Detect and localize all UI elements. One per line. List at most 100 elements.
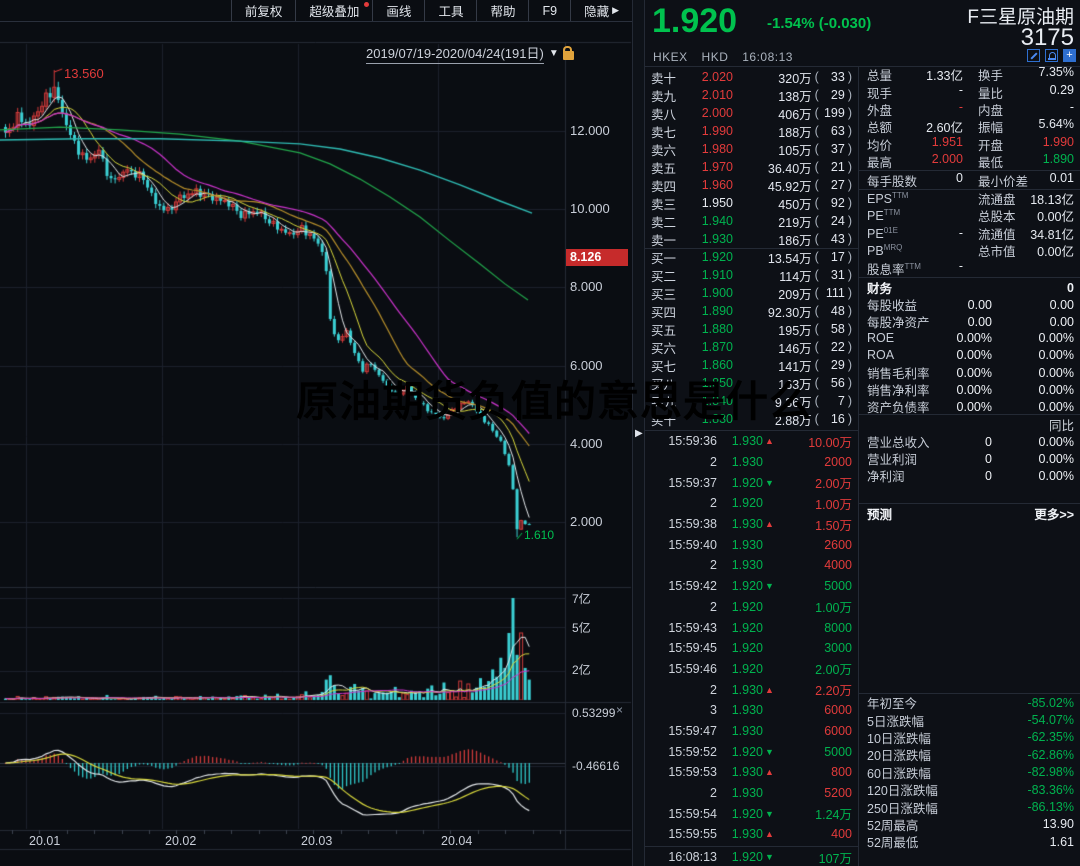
trade-volume: 400 (777, 827, 852, 841)
trade-time: 3 (651, 703, 717, 717)
order-book-price: 1.910 (681, 268, 733, 282)
trade-ticker-row[interactable]: 15:59:451.9203000 (645, 638, 858, 659)
order-book-row[interactable]: 卖八2.000406万(199) (645, 104, 858, 122)
trade-ticker-row[interactable]: 15:59:401.9302600 (645, 534, 858, 555)
order-book-level-label: 卖一 (651, 230, 681, 249)
stat-value: 34.81亿 (1030, 224, 1074, 243)
finance-header: 财务0 (859, 278, 1080, 295)
trade-ticker-row[interactable]: 15:59:551.930▲400 (645, 824, 858, 845)
trade-ticker-row[interactable]: 15:59:461.9202.00万 (645, 659, 858, 680)
order-book-row[interactable]: 买三1.900209万(111) (645, 284, 858, 302)
finance-row: ROE0.00%0.00% (859, 329, 1080, 346)
trade-ticker-row[interactable]: 15:59:471.9306000 (645, 721, 858, 742)
order-book-row[interactable]: 卖五1.97036.40万(21) (645, 158, 858, 176)
order-book-row[interactable]: 卖四1.96045.92万(27) (645, 176, 858, 194)
order-book-separator (645, 248, 858, 249)
trade-volume: 800 (777, 765, 852, 779)
order-book-row[interactable]: 卖二1.940219万(24) (645, 212, 858, 230)
trade-ticker-row[interactable]: 16:08:131.920▼107万 (645, 847, 858, 866)
order-book-row[interactable]: 买二1.910114万(31) (645, 266, 858, 284)
trade-ticker-row[interactable]: 31.9306000 (645, 700, 858, 721)
order-book-volume: 186万 (733, 230, 812, 249)
order-book-row[interactable]: 卖六1.980105万(37) (645, 140, 858, 158)
stat-value: - (959, 226, 963, 241)
trade-time: 15:59:37 (651, 476, 717, 490)
trade-ticker-row[interactable]: 15:59:381.930▲1.50万 (645, 514, 858, 535)
finance-yoy-value: 0.00% (992, 400, 1074, 414)
date-range-label[interactable]: 2019/07/19-2020/04/24(191日) (366, 43, 544, 64)
performance-label: 52周最高 (867, 815, 918, 834)
stat-item: 股息率TTM- (859, 259, 970, 278)
edit-icon[interactable] (1027, 49, 1040, 62)
order-book-row[interactable]: 卖十2.020320万(33) (645, 68, 858, 86)
order-book-row[interactable]: 买一1.92013.54万(17) (645, 248, 858, 266)
toolbar-button-F9[interactable]: F9 (528, 0, 570, 21)
trade-volume: 107万 (777, 848, 852, 866)
yoy-row: 营业总收入00.00% (859, 432, 1080, 449)
toolbar-button-画线[interactable]: 画线 (372, 0, 424, 21)
stat-label: 量比 (978, 83, 1003, 102)
trade-ticker-row[interactable]: 21.9304000 (645, 555, 858, 576)
paren: ) (848, 304, 852, 318)
trade-ticker-row[interactable]: 15:59:531.930▲800 (645, 762, 858, 783)
trade-ticker-row[interactable]: 21.9201.00万 (645, 597, 858, 618)
trade-ticker-row[interactable]: 21.9201.00万 (645, 493, 858, 514)
order-book-level-label: 卖二 (651, 212, 681, 231)
unlock-icon[interactable] (563, 51, 574, 60)
close-icon[interactable]: × (616, 703, 623, 717)
order-book-volume: 450万 (733, 194, 812, 213)
order-book-row[interactable]: 卖七1.990188万(63) (645, 122, 858, 140)
finance-label: ROE (867, 331, 934, 345)
trade-ticker-row[interactable]: 21.9305200 (645, 783, 858, 804)
trade-ticker-row[interactable]: 15:59:431.9208000 (645, 617, 858, 638)
stats-row: 现手-量比0.29 (859, 83, 1080, 100)
add-watchlist-icon[interactable]: + (1063, 49, 1076, 62)
trade-ticker-row[interactable]: 15:59:521.920▼5000 (645, 741, 858, 762)
trade-time: 15:59:45 (651, 641, 717, 655)
trade-ticker-row[interactable]: 15:59:371.920▼2.00万 (645, 472, 858, 493)
order-book-level-label: 卖十 (651, 68, 681, 87)
stat-value: - (959, 100, 963, 119)
order-book-row[interactable]: 卖三1.950450万(92) (645, 194, 858, 212)
paren: ) (848, 412, 852, 426)
stat-label: 振幅 (978, 117, 1003, 136)
trade-ticker-row[interactable]: 15:59:361.930▲10.00万 (645, 431, 858, 452)
toolbar-button-工具[interactable]: 工具 (424, 0, 476, 21)
order-book-row[interactable]: 买五1.880195万(58) (645, 320, 858, 338)
stat-item: 总额2.60亿 (859, 117, 970, 136)
order-book-row[interactable]: 买四1.89092.30万(48) (645, 302, 858, 320)
time-axis-label: 20.02 (165, 834, 196, 848)
finance-row: 销售毛利率0.00%0.00% (859, 363, 1080, 380)
finance-value: 0.00% (934, 366, 992, 380)
trade-ticker-row[interactable]: 21.9302000 (645, 452, 858, 473)
order-book-count: 21 (819, 160, 845, 174)
trade-price: 1.920 (717, 476, 763, 490)
yoy-value: 0 (934, 435, 992, 449)
trade-ticker-row[interactable]: 15:59:541.920▼1.24万 (645, 803, 858, 824)
more-link[interactable]: 更多>> (992, 504, 1074, 523)
stats-column: 总量1.33亿换手7.35%现手-量比0.29外盘-内盘-总额2.60亿振幅5.… (858, 66, 1080, 866)
kline-chart-canvas[interactable] (0, 0, 632, 866)
finance-value: 0.00% (934, 348, 992, 362)
performance-block: 年初至今-85.02%5日涨跌幅-54.07%10日涨跌幅-62.35%20日涨… (859, 693, 1080, 851)
toolbar-button-前复权[interactable]: 前复权 (231, 0, 296, 21)
trade-ticker-row[interactable]: 15:59:421.920▼5000 (645, 576, 858, 597)
toolbar-button-帮助[interactable]: 帮助 (476, 0, 528, 21)
chevron-down-icon[interactable]: ▼ (549, 48, 559, 59)
toolbar-button-隐藏[interactable]: 隐藏▶ (570, 0, 632, 21)
order-book-level-label: 买三 (651, 284, 681, 303)
collapse-arrow-icon[interactable]: ▶ (635, 428, 643, 439)
performance-label: 120日涨跌幅 (867, 780, 938, 799)
order-book-row[interactable]: 买六1.870146万(22) (645, 338, 858, 356)
order-book-count: 63 (819, 124, 845, 138)
performance-value: -83.36% (1027, 783, 1074, 797)
trade-time: 15:59:36 (651, 434, 717, 448)
toolbar-button-超级叠加[interactable]: 超级叠加 (295, 0, 372, 21)
order-book-row[interactable]: 卖一1.930186万(43) (645, 230, 858, 248)
trade-ticker-row[interactable]: 21.930▲2.20万 (645, 679, 858, 700)
order-book-row[interactable]: 卖九2.010138万(29) (645, 86, 858, 104)
alert-bell-icon[interactable] (1045, 49, 1058, 62)
stat-label: 总量 (867, 65, 892, 84)
date-range-selector[interactable]: 2019/07/19-2020/04/24(191日) ▼ (366, 43, 574, 64)
trade-volume: 4000 (777, 558, 852, 572)
